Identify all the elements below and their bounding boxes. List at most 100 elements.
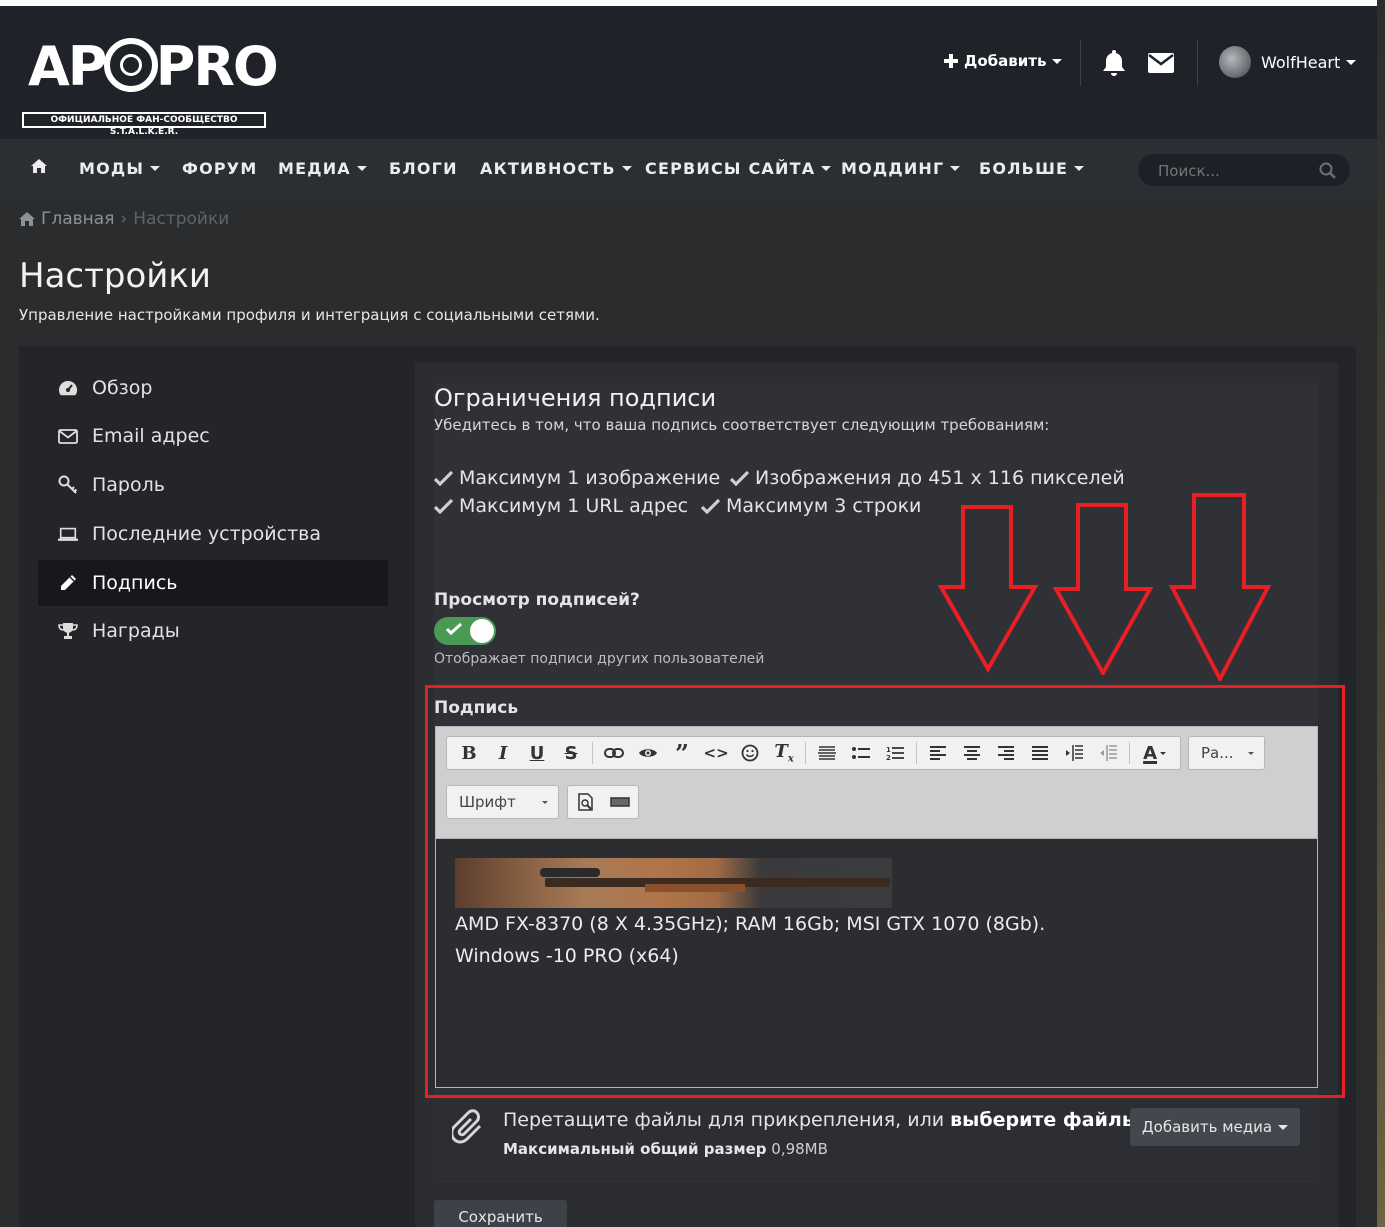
attach-size: Максимальный общий размер 0,98MB: [503, 1140, 828, 1158]
svg-text:1: 1: [886, 746, 891, 754]
underline-icon: U: [529, 742, 545, 764]
font-family-select[interactable]: Шрифт: [446, 785, 559, 819]
requirement-item: Максимум 1 изображение: [434, 467, 720, 489]
view-signatures-toggle[interactable]: [434, 617, 496, 645]
toggle-knob: [470, 619, 494, 643]
page-title: Настройки: [19, 256, 212, 296]
outdent-button[interactable]: [1092, 738, 1124, 768]
bold-icon: B: [461, 742, 477, 764]
indent-button[interactable]: [1058, 738, 1090, 768]
eye-icon: [639, 749, 658, 757]
horizontal-rule-button[interactable]: [811, 738, 843, 768]
add-media-button[interactable]: Добавить медиа: [1130, 1108, 1300, 1146]
chevron-down-icon: [542, 801, 548, 804]
dashboard-icon: [58, 380, 78, 396]
size-value: 0,98MB: [771, 1140, 828, 1158]
envelope-icon: [58, 428, 78, 444]
numbered-list-button[interactable]: 12: [879, 738, 911, 768]
nav-forum[interactable]: ФОРУМ: [182, 159, 257, 178]
home-icon: [19, 212, 35, 226]
requirement-item: Максимум 1 URL адрес: [434, 495, 688, 517]
font-size-select[interactable]: Ра...: [1188, 736, 1265, 770]
check-icon: [434, 498, 453, 514]
requirement-item: Изображения до 451 x 116 пикселей: [730, 467, 1125, 489]
sidebar-item-overview[interactable]: Обзор: [38, 365, 388, 411]
signature-line: AMD FX-8370 (8 X 4.35GHz); RAM 16Gb; MSI…: [455, 913, 1046, 935]
chevron-down-icon: [1160, 751, 1167, 755]
strikethrough-button[interactable]: S: [555, 738, 587, 768]
requirement-text: Максимум 1 URL адрес: [459, 495, 689, 517]
site-logo[interactable]: AP PRO ОФИЦИАЛЬНОЕ ФАН-СООБЩЕСТВО S.T.A.…: [22, 34, 279, 137]
nav-modding[interactable]: МОДДИНГ: [841, 159, 961, 178]
bullet-list-button[interactable]: [845, 738, 877, 768]
sidebar-item-label: Email адрес: [92, 425, 210, 447]
nav-media[interactable]: МЕДИА: [278, 159, 367, 178]
add-button[interactable]: Добавить: [944, 52, 1063, 70]
messages-button[interactable]: [1148, 53, 1174, 77]
justify-button[interactable]: [1024, 738, 1056, 768]
strikethrough-icon: S: [564, 742, 578, 764]
nav-label: АКТИВНОСТЬ: [480, 159, 616, 178]
nav-mods[interactable]: МОДЫ: [79, 159, 161, 178]
sidebar-item-label: Пароль: [92, 474, 165, 496]
nav-more[interactable]: БОЛЬШЕ: [979, 159, 1085, 178]
search-input[interactable]: [1156, 160, 1310, 182]
spoiler-button[interactable]: [632, 738, 664, 768]
toolbar-separator: [1129, 742, 1131, 764]
align-right-button[interactable]: [990, 738, 1022, 768]
source-button[interactable]: [604, 787, 636, 817]
underline-button[interactable]: U: [521, 738, 553, 768]
emoji-button[interactable]: [734, 738, 766, 768]
chevron-down-icon: [1074, 166, 1085, 171]
bold-button[interactable]: B: [453, 738, 485, 768]
nav-label: МОДДИНГ: [841, 159, 945, 178]
chevron-down-icon: [1052, 58, 1063, 64]
notifications-button[interactable]: [1102, 50, 1126, 80]
save-button[interactable]: Сохранить: [434, 1200, 567, 1227]
clear-format-icon: Tx: [774, 741, 794, 765]
hr-icon: [818, 746, 837, 760]
search-icon[interactable]: [1319, 162, 1336, 179]
editor-content[interactable]: AMD FX-8370 (8 X 4.35GHz); RAM 16Gb; MSI…: [436, 839, 1317, 1087]
sidebar-item-label: Последние устройства: [92, 523, 321, 545]
sidebar-item-awards[interactable]: Награды: [38, 608, 388, 654]
nav-services[interactable]: СЕРВИСЫ САЙТА: [645, 159, 832, 178]
preview-button[interactable]: [570, 787, 602, 817]
nav-blogs[interactable]: БЛОГИ: [389, 159, 458, 178]
check-icon: [446, 622, 462, 636]
user-menu[interactable]: WolfHeart: [1219, 46, 1357, 78]
nav-label: ФОРУМ: [182, 159, 258, 178]
rifle-scope-shape: [540, 868, 600, 877]
sidebar-item-email[interactable]: Email адрес: [38, 413, 388, 459]
breadcrumb-home[interactable]: Главная: [41, 209, 114, 229]
chevron-down-icon: [1278, 1124, 1289, 1130]
breadcrumb: Главная › Настройки: [19, 209, 229, 229]
home-icon: [31, 159, 47, 173]
sidebar-item-signature[interactable]: Подпись: [38, 560, 388, 606]
nav-label: СЕРВИСЫ САЙТА: [645, 159, 816, 178]
nav-home[interactable]: [31, 159, 47, 173]
sidebar-item-password[interactable]: Пароль: [38, 462, 388, 508]
align-center-button[interactable]: [956, 738, 988, 768]
header-divider: [1080, 40, 1081, 86]
sidebar-item-label: Награды: [92, 620, 180, 642]
font-size-value: Ра...: [1201, 744, 1234, 762]
logo-ring-icon: [104, 38, 158, 92]
sidebar-item-devices[interactable]: Последние устройства: [38, 511, 388, 557]
clear-format-button[interactable]: Tx: [768, 738, 800, 768]
text-color-button[interactable]: A: [1135, 738, 1174, 768]
nav-activity[interactable]: АКТИВНОСТЬ: [480, 159, 632, 178]
align-left-button[interactable]: [922, 738, 954, 768]
chevron-down-icon: [950, 166, 961, 171]
size-label: Максимальный общий размер: [503, 1140, 767, 1158]
add-media-label: Добавить медиа: [1141, 1118, 1273, 1136]
view-signatures-desc: Отображает подписи других пользователей: [434, 651, 765, 667]
smile-icon: [741, 744, 759, 762]
numbered-list-icon: 12: [886, 746, 905, 761]
italic-button[interactable]: I: [487, 738, 519, 768]
nav-label: МОДЫ: [79, 159, 145, 178]
code-button[interactable]: <>: [700, 738, 732, 768]
annotation-arrow-icon: [937, 505, 1039, 673]
link-button[interactable]: [598, 738, 630, 768]
quote-button[interactable]: ”: [666, 738, 698, 768]
